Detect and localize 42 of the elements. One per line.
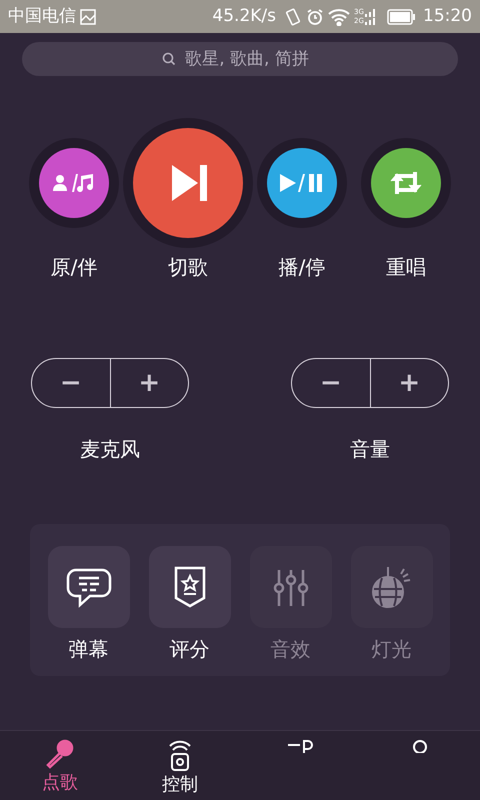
control-button[interactable] xyxy=(371,148,441,218)
control-button[interactable] xyxy=(133,128,243,238)
search-icon xyxy=(162,52,176,66)
increase-button[interactable]: + xyxy=(110,359,188,407)
alarm-icon xyxy=(306,8,324,26)
battery-icon xyxy=(387,8,415,24)
nav-tab[interactable]: 点歌 xyxy=(0,731,120,800)
skip-next-icon xyxy=(170,163,210,203)
carrier-name: 中国电信 xyxy=(8,4,76,28)
decrease-button[interactable]: − xyxy=(32,359,110,407)
decrease-button[interactable]: − xyxy=(292,359,370,407)
network-speed: 45.2K/s xyxy=(212,4,276,28)
microphone-icon xyxy=(45,739,75,769)
search-field[interactable]: 歌星, 歌曲, 简拼 xyxy=(22,42,458,76)
image-icon xyxy=(80,8,96,24)
equalizer-icon xyxy=(272,568,308,606)
person-note-icon xyxy=(53,173,95,193)
feature-button[interactable] xyxy=(148,546,230,628)
control-label: 原/伴 xyxy=(50,254,98,281)
feature-label: 灯光 xyxy=(372,636,412,663)
signal-icon xyxy=(365,8,375,26)
feature-label: 音效 xyxy=(270,636,310,663)
feature-button[interactable] xyxy=(48,546,130,628)
star-badge-icon xyxy=(172,565,206,609)
stepper-label: 麦克风 xyxy=(80,436,140,463)
remote-control-icon xyxy=(167,739,193,771)
stepper-label: 音量 xyxy=(350,436,390,463)
increase-button[interactable]: + xyxy=(370,359,448,407)
play-pause-icon xyxy=(280,173,324,193)
control-label: 播/停 xyxy=(278,254,326,281)
control-button[interactable] xyxy=(39,148,109,218)
wifi-icon xyxy=(328,8,350,26)
control-button[interactable] xyxy=(267,148,337,218)
control-label: 重唱 xyxy=(386,254,426,281)
feature-label: 评分 xyxy=(170,636,210,663)
speech-bubble-icon xyxy=(66,566,112,608)
nav-tab[interactable]: 控制 xyxy=(120,731,240,800)
control-label: 切歌 xyxy=(168,254,208,281)
vibrate-icon xyxy=(284,8,302,26)
feature-label: 弹幕 xyxy=(68,636,108,663)
repeat-icon xyxy=(389,170,423,196)
clock-time: 15:20 xyxy=(423,4,472,28)
